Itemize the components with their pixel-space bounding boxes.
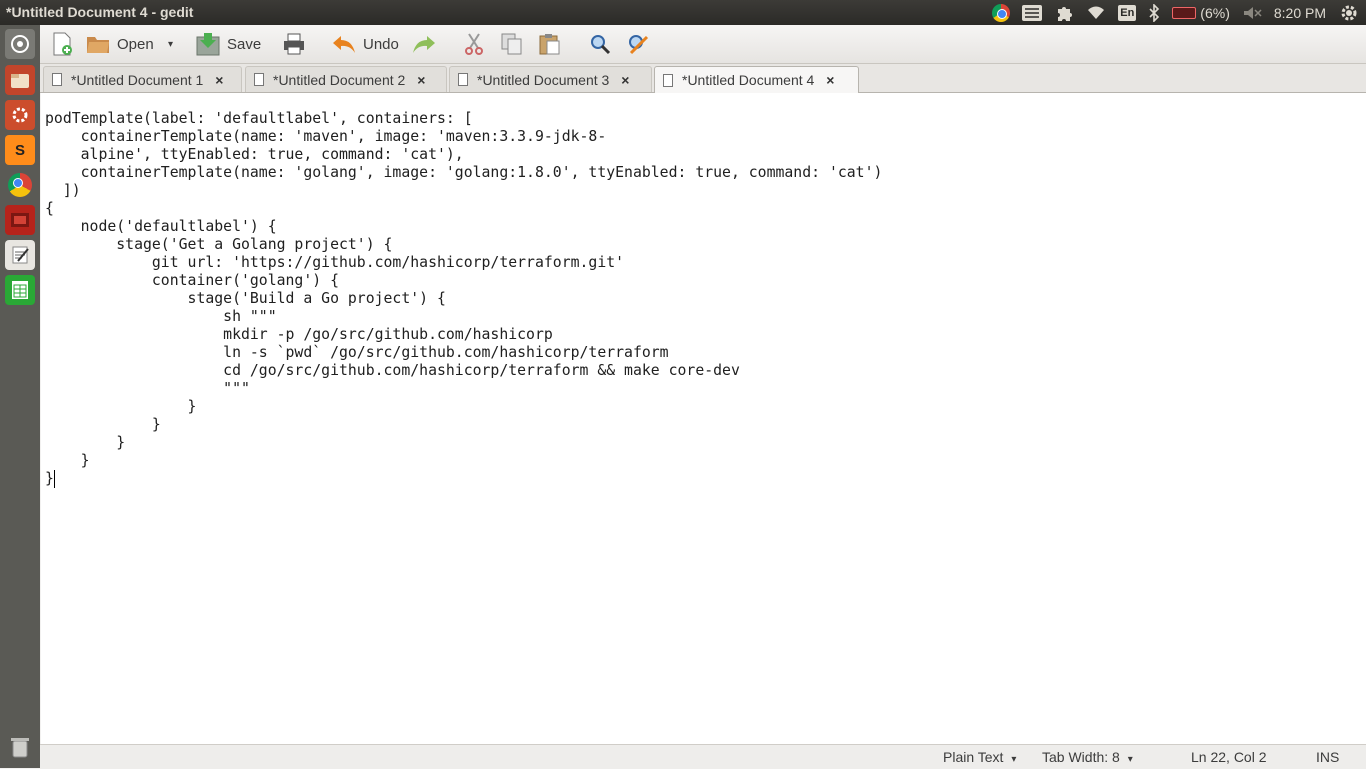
save-button[interactable]: Save: [196, 29, 261, 59]
launcher: S: [0, 25, 40, 768]
save-icon: [196, 32, 220, 56]
tab-width-selector[interactable]: Tab Width: 8 ▾: [1042, 749, 1133, 765]
status-bar: Plain Text ▾ Tab Width: 8 ▾ Ln 22, Col 2…: [40, 744, 1366, 769]
chevron-down-icon: ▾: [168, 38, 174, 50]
volume-muted-icon[interactable]: [1242, 5, 1262, 21]
paste-button[interactable]: [538, 29, 562, 59]
search-button[interactable]: [588, 29, 612, 59]
new-document-button[interactable]: [50, 29, 74, 59]
document-tabs: *Untitled Document 1 × *Untitled Documen…: [40, 64, 1366, 93]
settings-gear-icon[interactable]: [1340, 4, 1358, 22]
chevron-down-icon: ▾: [1011, 754, 1017, 765]
document-icon: [254, 73, 264, 86]
language-label: Plain Text: [943, 749, 1004, 765]
text-editor-area[interactable]: podTemplate(label: 'defaultlabel', conta…: [41, 93, 1366, 744]
indicator-area: En (6%) 8:20 PM: [992, 0, 1366, 25]
copy-icon: [500, 32, 524, 56]
open-dropdown-arrow[interactable]: ▾: [168, 29, 173, 59]
bluetooth-icon[interactable]: [1148, 3, 1160, 22]
cut-button[interactable]: [462, 29, 486, 59]
find-replace-button[interactable]: [626, 29, 650, 59]
text-cursor: [54, 470, 55, 488]
printer-icon: [282, 32, 306, 56]
battery-icon[interactable]: (6%): [1172, 5, 1230, 21]
list-icon[interactable]: [1022, 4, 1043, 21]
puzzle-icon[interactable]: [1054, 3, 1074, 23]
document-icon: [52, 73, 62, 86]
tab-untitled-document-4[interactable]: *Untitled Document 4 ×: [654, 66, 859, 93]
clock[interactable]: 8:20 PM: [1274, 5, 1326, 21]
toolbar: Open ▾ Save Undo: [40, 25, 1366, 64]
tab-label: *Untitled Document 1: [71, 71, 204, 88]
chevron-down-icon: ▾: [1127, 754, 1133, 765]
file-manager-icon[interactable]: [5, 65, 35, 95]
tab-label: *Untitled Document 3: [477, 71, 610, 88]
language-selector[interactable]: Plain Text ▾: [943, 749, 1016, 765]
print-button[interactable]: [282, 29, 306, 59]
spreadsheet-icon[interactable]: [5, 275, 35, 305]
system-tools-icon[interactable]: [5, 100, 35, 130]
battery-percent: (6%): [1200, 4, 1230, 21]
undo-arrow-icon: [332, 32, 356, 56]
copy-button[interactable]: [500, 29, 524, 59]
close-icon[interactable]: ×: [215, 72, 223, 88]
wifi-icon[interactable]: [1086, 5, 1106, 21]
insert-mode: INS: [1316, 749, 1340, 765]
document-text[interactable]: podTemplate(label: 'defaultlabel', conta…: [45, 110, 882, 488]
ubuntu-dash-icon[interactable]: [5, 29, 35, 59]
slides-icon[interactable]: [5, 205, 35, 235]
text-editor-icon[interactable]: [5, 240, 35, 270]
scissors-icon: [462, 32, 486, 56]
window-title: *Untitled Document 4 - gedit: [6, 4, 194, 20]
undo-button[interactable]: Undo: [332, 29, 399, 59]
tab-untitled-document-3[interactable]: *Untitled Document 3 ×: [449, 66, 652, 92]
close-icon[interactable]: ×: [826, 72, 834, 88]
redo-button[interactable]: [412, 29, 436, 59]
sublime-text-icon[interactable]: S: [5, 135, 35, 165]
tab-width-label: Tab Width: 8: [1042, 749, 1120, 765]
tab-untitled-document-2[interactable]: *Untitled Document 2 ×: [245, 66, 447, 92]
new-document-icon: [50, 32, 74, 56]
open-button[interactable]: Open: [86, 29, 154, 59]
find-replace-icon: [626, 32, 650, 56]
redo-arrow-icon: [412, 32, 436, 56]
document-icon: [458, 73, 468, 86]
tab-label: *Untitled Document 4: [682, 72, 815, 88]
clipboard-icon: [538, 32, 562, 56]
keyboard-icon[interactable]: En: [1118, 4, 1137, 21]
tab-label: *Untitled Document 2: [273, 71, 406, 88]
trash-icon[interactable]: [5, 732, 35, 762]
tab-untitled-document-1[interactable]: *Untitled Document 1 ×: [43, 66, 242, 92]
document-icon: [663, 73, 673, 87]
folder-icon: [86, 32, 110, 56]
search-icon: [588, 32, 612, 56]
cursor-position: Ln 22, Col 2: [1191, 749, 1267, 765]
top-panel: *Untitled Document 4 - gedit En (6%) 8:2…: [0, 0, 1366, 25]
close-icon[interactable]: ×: [417, 72, 425, 88]
chrome-icon[interactable]: [992, 3, 1011, 22]
chrome-icon[interactable]: [5, 170, 35, 200]
close-icon[interactable]: ×: [621, 72, 629, 88]
